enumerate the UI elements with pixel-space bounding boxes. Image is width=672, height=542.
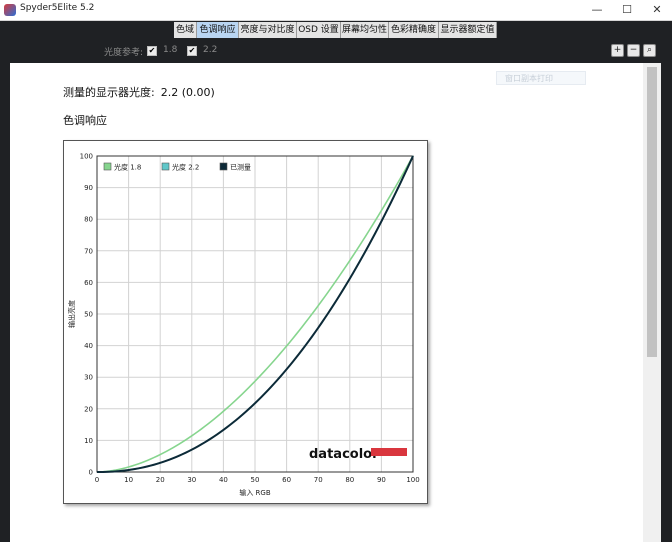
x-tick-label: 60 (282, 476, 291, 484)
datacolor-logo-bar (371, 448, 407, 456)
legend-label: 光度 1.8 (114, 163, 141, 172)
y-tick-label: 100 (80, 153, 93, 161)
zoom-out-icon[interactable]: − (627, 44, 640, 57)
gamma-2-2-label: 2.2 (203, 45, 218, 55)
x-tick-label: 70 (314, 476, 323, 484)
y-tick-label: 40 (84, 342, 93, 350)
window-title: Spyder5Elite 5.2 (20, 3, 95, 13)
y-tick-label: 30 (84, 374, 93, 382)
zoom-in-icon[interactable]: + (611, 44, 624, 57)
chart-frame: 0 10 20 30 40 50 60 70 80 90 100 0 10 20 30 40 50 60 70 80 9… (63, 140, 428, 504)
vertical-scrollbar[interactable] (643, 63, 661, 542)
x-tick-label: 10 (124, 476, 133, 484)
tab-display-rating[interactable]: 显示器额定值 (439, 22, 497, 38)
x-tick-label: 90 (377, 476, 386, 484)
gamma-1-8-label: 1.8 (163, 45, 178, 55)
tab-uniformity[interactable]: 屏幕均匀性 (341, 22, 389, 38)
y-tick-label: 20 (84, 405, 93, 413)
gamma-1-8-checkbox[interactable]: ✔ (147, 46, 157, 56)
gamma-reference-bar: 光度参考: ✔ 1.8 ✔ 2.2 + − ⌕ (0, 39, 672, 63)
legend-label: 光度 2.2 (172, 163, 199, 172)
x-tick-label: 0 (95, 476, 99, 484)
zoom-fit-icon[interactable]: ⌕ (643, 44, 656, 57)
gamma-reference-label: 光度参考: (104, 48, 144, 58)
title-bar: Spyder5Elite 5.2 — ☐ ✕ (0, 0, 672, 21)
legend-swatch (161, 162, 170, 171)
chart-grid (96, 155, 414, 473)
tab-color-accuracy[interactable]: 色彩精确度 (389, 22, 439, 38)
minimize-button[interactable]: — (582, 0, 612, 20)
section-title: 色调响应 (63, 114, 107, 127)
window-edge (661, 63, 672, 542)
measured-gamma-label: 测量的显示器光度: (63, 86, 155, 99)
legend-swatch (219, 162, 228, 171)
x-tick-label: 20 (156, 476, 165, 484)
ghost-print-button[interactable]: 窗口副本打印 (496, 71, 586, 85)
y-tick-label: 90 (84, 184, 93, 192)
y-tick-label: 10 (84, 437, 93, 445)
measured-gamma-value: 2.2 (0.00) (160, 86, 215, 99)
x-axis-label: 输入 RGB (239, 488, 271, 497)
datacolor-logo: datacolor (309, 447, 379, 462)
tab-brightness-contrast[interactable]: 亮度与对比度 (239, 22, 297, 38)
y-tick-label: 70 (84, 247, 93, 255)
legend-swatch (103, 162, 112, 171)
tab-bar: 色域 色调响应 亮度与对比度 OSD 设置 屏幕均匀性 色彩精确度 显示器额定值 (0, 21, 672, 39)
close-button[interactable]: ✕ (642, 0, 672, 20)
y-tick-label: 60 (84, 279, 93, 287)
measured-gamma-line: 测量的显示器光度: 2.2 (0.00) (63, 84, 215, 100)
y-axis-label: 输出亮度 (67, 300, 76, 328)
x-tick-label: 50 (251, 476, 260, 484)
gamma-2-2-checkbox[interactable]: ✔ (187, 46, 197, 56)
maximize-button[interactable]: ☐ (612, 0, 642, 20)
scrollbar-thumb[interactable] (647, 67, 657, 357)
tab-tone-response[interactable]: 色调响应 (197, 22, 239, 38)
x-tick-label: 80 (345, 476, 354, 484)
y-tick-label: 0 (89, 469, 93, 477)
x-tick-label: 40 (219, 476, 228, 484)
y-tick-label: 50 (84, 311, 93, 319)
tone-response-chart: 0 10 20 30 40 50 60 70 80 90 100 0 10 20 30 40 50 60 70 80 9… (67, 153, 420, 498)
tab-gamut[interactable]: 色域 (174, 22, 197, 38)
x-tick-label: 30 (187, 476, 196, 484)
tab-osd-settings[interactable]: OSD 设置 (297, 22, 341, 38)
x-tick-label: 100 (406, 476, 419, 484)
report-panel: 窗口副本打印 测量的显示器光度: 2.2 (0.00) 色调响应 0 10 20 30 4… (10, 63, 643, 542)
y-tick-label: 80 (84, 216, 93, 224)
app-icon (4, 4, 16, 16)
legend-label: 已测量 (230, 164, 251, 172)
